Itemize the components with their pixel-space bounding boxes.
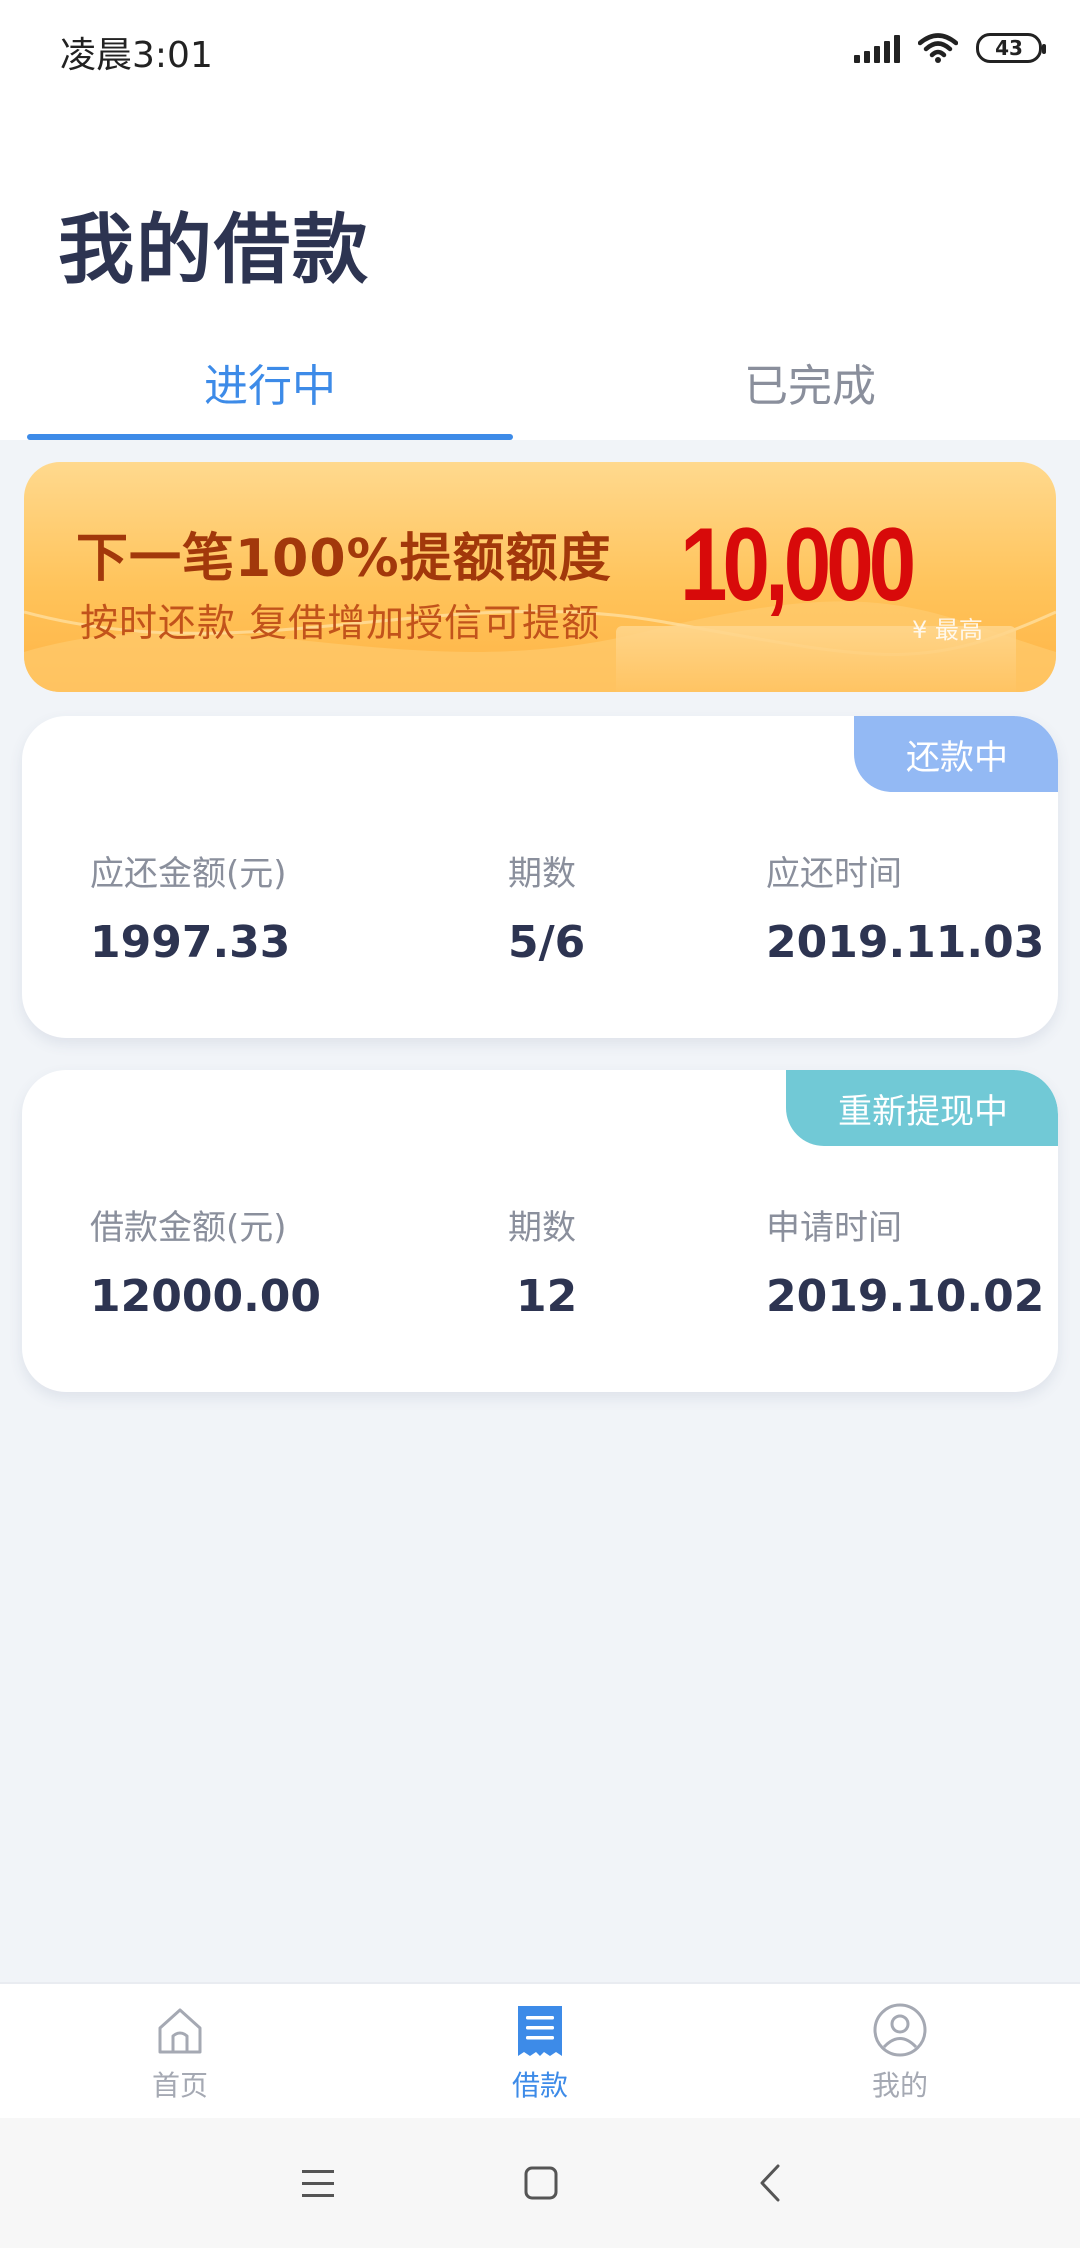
field-value: 12 <box>516 1271 578 1322</box>
profile-icon <box>873 2003 927 2057</box>
nav-item-loan[interactable]: 借款 <box>360 1984 720 2118</box>
tab-active-indicator <box>27 434 513 440</box>
loan-field-date: 申请时间 2019.10.02 <box>766 1200 1044 1322</box>
field-label: 期数 <box>508 854 576 894</box>
nav-item-home[interactable]: 首页 <box>0 1984 360 2118</box>
status-bar: 凌晨3:01 43 <box>0 0 1080 96</box>
banner-headline: 下一笔100%提额额度 <box>76 529 612 589</box>
nav-item-profile[interactable]: 我的 <box>720 1984 1080 2118</box>
loan-card[interactable]: 重新提现中 借款金额(元) 12000.00 期数 12 申请时间 2019.1… <box>22 1070 1058 1392</box>
loan-field-periods: 期数 12 <box>508 1200 577 1322</box>
bottom-nav: 首页 借款 我的 <box>0 1982 1080 2118</box>
field-label: 借款金额(元) <box>90 1208 287 1248</box>
field-value: 2019.11.03 <box>766 917 1045 968</box>
banner-subline: 按时还款 复借增加授信可提额 <box>80 601 601 645</box>
loan-field-date: 应还时间 2019.11.03 <box>766 846 1044 968</box>
tab-bar: 进行中 已完成 <box>0 340 1080 440</box>
status-time: 凌晨3:01 <box>60 35 213 76</box>
field-value: 5/6 <box>508 917 586 968</box>
nav-label: 首页 <box>151 2069 208 2102</box>
home-square-icon[interactable] <box>512 2154 572 2214</box>
loan-card[interactable]: 还款中 应还金额(元) 1997.33 期数 5/6 应还时间 2019.11.… <box>22 716 1058 1038</box>
system-nav-bar <box>0 2118 1080 2248</box>
field-label: 应还金额(元) <box>90 854 287 894</box>
nav-label: 借款 <box>511 2069 568 2102</box>
field-value: 2019.10.02 <box>766 1271 1045 1322</box>
wifi-icon <box>918 32 958 64</box>
field-label: 申请时间 <box>766 1208 902 1248</box>
status-badge: 还款中 <box>854 716 1058 792</box>
nav-label: 我的 <box>871 2069 928 2102</box>
loan-field-periods: 期数 5/6 <box>508 846 585 968</box>
banner-amount-note: ¥ 最高 <box>912 616 983 644</box>
header-area: 凌晨3:01 43 我的借款 进行中 已完成 <box>0 0 1080 440</box>
menu-icon[interactable] <box>290 2154 350 2214</box>
tab-in-progress[interactable]: 进行中 <box>0 340 540 440</box>
page-title: 我的借款 <box>58 205 370 294</box>
status-badge: 重新提现中 <box>786 1070 1058 1146</box>
tab-completed[interactable]: 已完成 <box>540 340 1080 440</box>
back-icon[interactable] <box>740 2154 800 2214</box>
promo-banner[interactable]: 下一笔100%提额额度 按时还款 复借增加授信可提额 10,000 ¥ 最高 <box>24 462 1056 692</box>
field-label: 应还时间 <box>766 854 902 894</box>
loan-field-amount: 借款金额(元) 12000.00 <box>90 1200 321 1322</box>
loan-field-amount: 应还金额(元) 1997.33 <box>90 846 290 968</box>
field-label: 期数 <box>508 1208 576 1248</box>
field-value: 12000.00 <box>90 1271 322 1322</box>
battery-icon: 43 <box>976 33 1046 63</box>
banner-amount: 10,000 <box>680 507 916 623</box>
loan-document-icon <box>518 2006 562 2056</box>
status-icons: 43 <box>854 28 1046 68</box>
field-value: 1997.33 <box>90 917 291 968</box>
signal-icon <box>854 33 900 63</box>
home-icon <box>158 2008 202 2054</box>
